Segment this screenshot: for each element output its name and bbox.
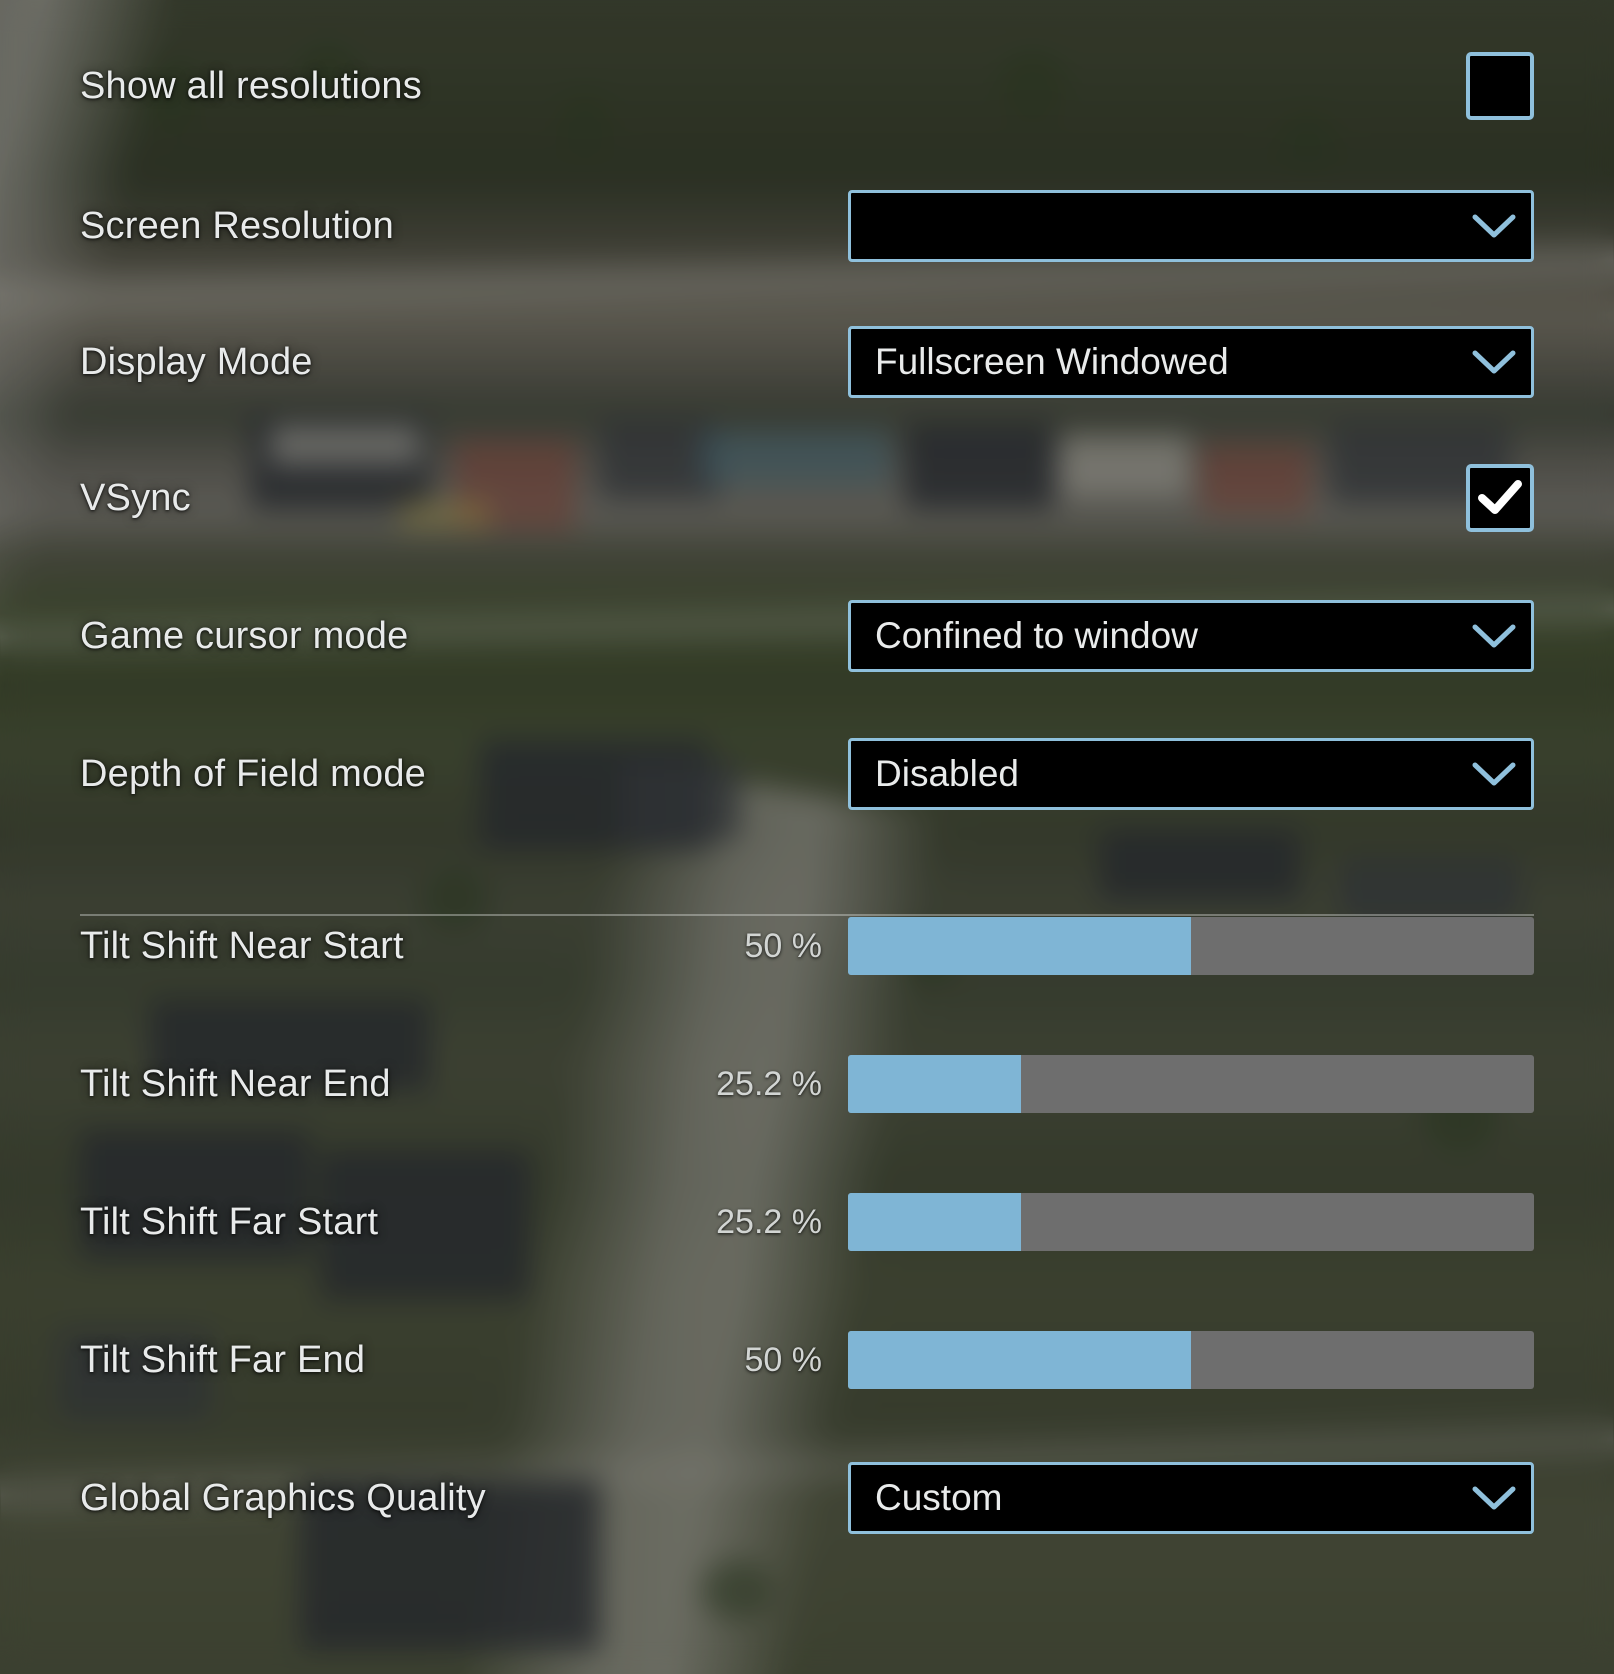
screen-resolution-dropdown[interactable] (848, 190, 1534, 262)
display-mode-value: Fullscreen Windowed (875, 341, 1229, 382)
setting-row-screen-resolution[interactable]: Screen Resolution (80, 190, 1534, 262)
screen-resolution-label: Screen Resolution (80, 204, 394, 247)
tilt-shift-far-end-label: Tilt Shift Far End (80, 1338, 366, 1381)
tilt-shift-near-end-slider[interactable] (848, 1055, 1534, 1113)
slider-fill (848, 917, 1191, 975)
depth-of-field-mode-value: Disabled (875, 753, 1019, 794)
setting-row-tilt-shift-far-start[interactable]: Tilt Shift Far Start 25.2 % (80, 1193, 1534, 1251)
setting-row-game-cursor-mode[interactable]: Game cursor mode Confined to window (80, 600, 1534, 672)
game-cursor-mode-value: Confined to window (875, 615, 1198, 656)
slider-fill (848, 1055, 1021, 1113)
setting-row-tilt-shift-near-start[interactable]: Tilt Shift Near Start 50 % (80, 917, 1534, 975)
setting-row-tilt-shift-far-end[interactable]: Tilt Shift Far End 50 % (80, 1331, 1534, 1389)
display-mode-dropdown[interactable]: Fullscreen Windowed (848, 326, 1534, 398)
vsync-checkbox[interactable] (1466, 464, 1534, 532)
show-all-resolutions-label: Show all resolutions (80, 64, 422, 107)
setting-row-global-graphics-quality[interactable]: Global Graphics Quality Custom (80, 1462, 1534, 1534)
slider-fill (848, 1331, 1191, 1389)
show-all-resolutions-checkbox[interactable] (1466, 52, 1534, 120)
depth-of-field-mode-label: Depth of Field mode (80, 752, 426, 795)
depth-of-field-mode-dropdown[interactable]: Disabled (848, 738, 1534, 810)
chevron-down-icon (1472, 214, 1516, 238)
tilt-shift-far-start-value: 25.2 % (716, 1202, 822, 1241)
setting-row-depth-of-field-mode[interactable]: Depth of Field mode Disabled (80, 738, 1534, 810)
tilt-shift-far-start-slider[interactable] (848, 1193, 1534, 1251)
game-cursor-mode-dropdown[interactable]: Confined to window (848, 600, 1534, 672)
setting-row-display-mode[interactable]: Display Mode Fullscreen Windowed (80, 326, 1534, 398)
vsync-label: VSync (80, 476, 191, 519)
display-mode-label: Display Mode (80, 340, 313, 383)
setting-row-vsync[interactable]: VSync (80, 464, 1534, 532)
chevron-down-icon (1472, 1486, 1516, 1510)
chevron-down-icon (1472, 624, 1516, 648)
tilt-shift-near-start-value: 50 % (744, 926, 823, 965)
global-graphics-quality-label: Global Graphics Quality (80, 1476, 486, 1519)
tilt-shift-near-start-label: Tilt Shift Near Start (80, 924, 404, 967)
tilt-shift-near-end-value: 25.2 % (716, 1064, 822, 1103)
slider-fill (848, 1193, 1021, 1251)
tilt-shift-far-end-value: 50 % (744, 1340, 823, 1379)
chevron-down-icon (1472, 762, 1516, 786)
setting-row-tilt-shift-near-end[interactable]: Tilt Shift Near End 25.2 % (80, 1055, 1534, 1113)
checkmark-icon (1478, 480, 1522, 514)
global-graphics-quality-value: Custom (875, 1477, 1003, 1518)
section-divider (80, 914, 1534, 916)
tilt-shift-near-end-label: Tilt Shift Near End (80, 1062, 391, 1105)
graphics-settings-panel: Show all resolutions Screen Resolution D… (0, 0, 1614, 1674)
tilt-shift-far-end-slider[interactable] (848, 1331, 1534, 1389)
setting-row-show-all-resolutions[interactable]: Show all resolutions (80, 52, 1534, 120)
tilt-shift-far-start-label: Tilt Shift Far Start (80, 1200, 379, 1243)
chevron-down-icon (1472, 350, 1516, 374)
global-graphics-quality-dropdown[interactable]: Custom (848, 1462, 1534, 1534)
game-cursor-mode-label: Game cursor mode (80, 614, 409, 657)
tilt-shift-near-start-slider[interactable] (848, 917, 1534, 975)
